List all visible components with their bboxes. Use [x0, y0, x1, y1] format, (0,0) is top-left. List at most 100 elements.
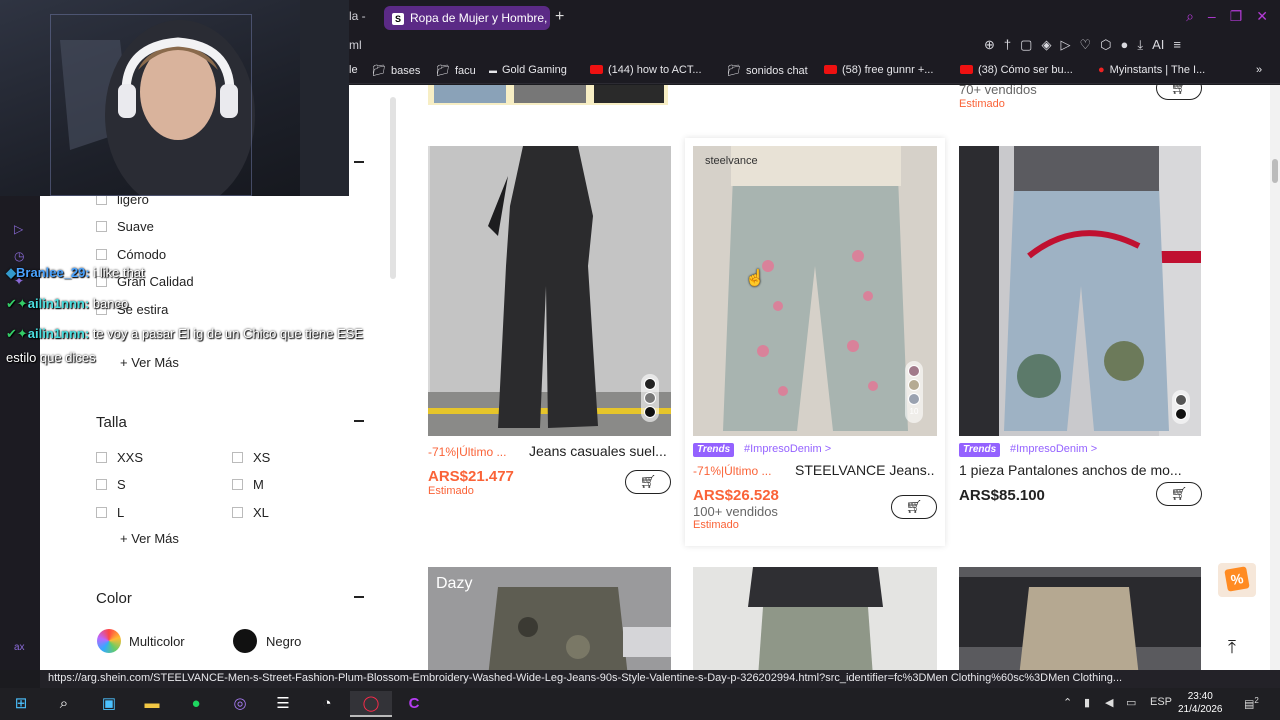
trends-badge[interactable]: Trends [693, 443, 735, 457]
minimize-icon[interactable]: – [1208, 8, 1216, 25]
new-tab-button[interactable]: + [555, 8, 564, 26]
opera-gx-icon[interactable]: ◯ [350, 691, 392, 717]
add-to-cart-button[interactable]: 🛒︎ [891, 495, 937, 519]
search-icon[interactable]: ⌕ [1186, 8, 1194, 25]
account-icon[interactable]: ● [1120, 37, 1128, 53]
volume-icon[interactable]: ◀ [1105, 696, 1113, 709]
bookmark-item[interactable]: ● Myinstants | The I... [1098, 64, 1205, 76]
chat-message: estilo que dices [6, 350, 96, 365]
close-panel-icon[interactable]: ax [14, 642, 25, 653]
trends-hashtag-link[interactable]: #ImpresoDenim > [744, 443, 831, 455]
product-image[interactable] [959, 146, 1201, 436]
youtube-icon [590, 65, 603, 74]
file-explorer-icon[interactable]: ▬ [141, 694, 163, 714]
tray-expand-icon[interactable]: ⌃ [1063, 696, 1072, 709]
close-icon[interactable]: ✕ [1256, 8, 1268, 25]
zoom-icon[interactable]: ⊕ [984, 37, 995, 53]
obs-icon[interactable]: ◔ [316, 694, 338, 714]
shield-icon[interactable]: ◈ [1041, 37, 1051, 53]
color-title[interactable]: Color [96, 590, 132, 607]
store-icon[interactable]: ▣ [98, 694, 120, 714]
screenshot-icon[interactable]: ▢ [1020, 37, 1032, 53]
windows-start-icon[interactable]: ⊞ [10, 694, 32, 714]
product-title[interactable]: Jeans casuales suel... [529, 443, 673, 459]
product-title[interactable]: STEELVANCE Jeans... [795, 462, 935, 478]
size-option[interactable]: M [232, 477, 264, 492]
trends-hashtag-link[interactable]: #ImpresoDenim > [1010, 443, 1097, 455]
search-icon[interactable]: ⌕ [53, 694, 75, 714]
color-option-label[interactable]: Multicolor [129, 634, 185, 649]
ver-mas-link[interactable]: + Ver Más [120, 355, 179, 370]
color-option-label[interactable]: Negro [266, 634, 301, 649]
clock[interactable]: 23:40 21/4/2026 [1178, 690, 1223, 716]
product-title[interactable]: 1 pieza Pantalones anchos de mo... [959, 462, 1203, 478]
bookmark-item[interactable]: 📁︎ bases [372, 64, 420, 77]
bookmark-item[interactable]: le [349, 64, 358, 76]
play-icon[interactable]: ▷ [14, 222, 23, 236]
black-swatch[interactable] [233, 629, 257, 653]
size-option[interactable]: XS [232, 450, 270, 465]
app-c-icon[interactable]: C [403, 694, 425, 714]
product-image[interactable]: steelvance 10 [693, 146, 937, 436]
tab-partial[interactable]: la - [349, 9, 366, 23]
youtube-icon [960, 65, 973, 74]
play-icon[interactable]: ▷ [1060, 37, 1070, 53]
product-image[interactable] [428, 146, 671, 436]
toolbar-icons: ⊕ † ▢ ◈ ▷ ♡ ⬡ ● ⤓ AI ≡ [984, 37, 1181, 53]
page-scrollbar[interactable] [1270, 85, 1280, 670]
product-image[interactable] [959, 567, 1201, 670]
bookmark-item[interactable]: (58) free gunnr +... [824, 64, 933, 76]
trends-badge[interactable]: Trends [959, 443, 1001, 457]
network-icon[interactable]: ▭ [1126, 696, 1136, 709]
mic-icon[interactable]: ▮ [1084, 696, 1090, 709]
add-to-cart-button[interactable]: 🛒︎ [625, 470, 671, 494]
color-dots[interactable] [641, 374, 659, 422]
color-dots[interactable]: 10 [905, 361, 923, 423]
add-to-cart-button[interactable]: 🛒︎ [1156, 85, 1202, 100]
collapse-icon[interactable] [354, 420, 364, 422]
back-to-top-icon[interactable]: ⤒ [1228, 637, 1236, 658]
url-partial[interactable]: ml [349, 38, 362, 52]
bookmarks-overflow-icon[interactable]: » [1256, 64, 1262, 76]
bookmark-item[interactable]: 📁︎ facu [436, 64, 476, 77]
size-option[interactable]: XXS [96, 450, 143, 465]
size-option[interactable]: S [96, 477, 126, 492]
menu-icon[interactable]: ≡ [1173, 37, 1181, 53]
discount-label: -71%|Último ... [693, 464, 772, 478]
extensions-icon[interactable]: ⬡ [1100, 37, 1111, 53]
ai-icon[interactable]: AI [1152, 37, 1164, 53]
filter-option[interactable]: Suave [96, 219, 154, 234]
color-dots[interactable] [1172, 390, 1190, 424]
app-icon[interactable]: ☰ [272, 694, 294, 714]
collapse-icon[interactable] [354, 596, 364, 598]
previous-row-thumbnails[interactable] [428, 85, 668, 105]
ver-mas-link[interactable]: + Ver Más [120, 531, 179, 546]
size-option[interactable]: L [96, 505, 124, 520]
browser-icon[interactable]: ◎ [229, 694, 251, 714]
bookmark-item[interactable]: (38) Cómo ser bu... [960, 64, 1073, 76]
filter-option[interactable]: Cómodo [96, 247, 166, 262]
bookmark-item[interactable]: (144) how to ACT... [590, 64, 702, 76]
restore-icon[interactable]: ❐ [1230, 8, 1243, 25]
product-image[interactable] [693, 567, 937, 670]
add-to-cart-button[interactable]: 🛒︎ [1156, 482, 1202, 506]
collapse-icon[interactable] [354, 161, 364, 163]
multicolor-swatch[interactable] [97, 629, 121, 653]
bookmark-item[interactable]: 📁︎ sonidos chat [727, 64, 808, 77]
pin-icon[interactable]: † [1004, 37, 1011, 53]
product-image[interactable]: Dazy [428, 567, 671, 670]
status-url: https://arg.shein.com/STEELVANCE-Men-s-S… [40, 670, 1280, 688]
talla-title[interactable]: Talla [96, 414, 127, 431]
spotify-icon[interactable]: ● [185, 694, 207, 714]
bookmark-item[interactable]: ▬ Gold Gaming [489, 64, 567, 76]
download-icon[interactable]: ⤓ [1137, 37, 1143, 53]
promo-coupon-button[interactable]: % [1218, 563, 1256, 597]
language-indicator[interactable]: ESP [1150, 696, 1172, 708]
tab-active[interactable]: S Ropa de Mujer y Hombre, [384, 6, 550, 30]
window-controls: ⌕ – ❐ ✕ [1186, 8, 1268, 25]
notifications-icon[interactable]: ▤2 [1244, 696, 1259, 711]
filter-scrollbar[interactable] [390, 97, 396, 279]
heart-icon[interactable]: ♡ [1079, 37, 1091, 53]
size-option[interactable]: XL [232, 505, 269, 520]
history-icon[interactable]: ◷ [14, 249, 24, 263]
